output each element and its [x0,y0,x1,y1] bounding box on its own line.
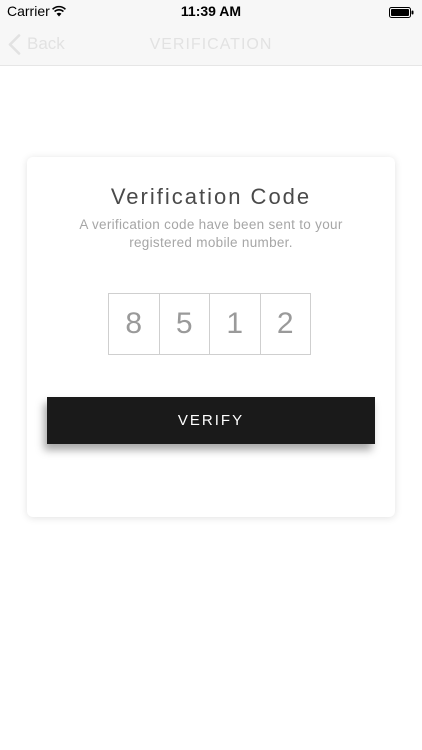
code-input-row: 8 5 1 2 [108,293,311,355]
code-digit-2[interactable]: 5 [158,293,210,355]
code-digit-3[interactable]: 1 [209,293,261,355]
card-subtitle: A verification code have been sent to yo… [79,217,343,250]
battery-icon [389,5,414,18]
card-title: Verification Code [110,184,312,209]
code-digit-4[interactable]: 2 [259,293,311,355]
nav-title: VERIFICATION [149,36,273,53]
code-digit-1[interactable]: 8 [108,293,160,355]
navigation-bar: Back VERIFICATION [0,22,422,66]
verify-button[interactable]: VERIFY [47,397,375,444]
status-time: 11:39 AM [180,3,242,19]
verification-card: Verification Code A verification code ha… [27,157,395,517]
status-bar: Carrier 11:39 AM [0,0,422,22]
